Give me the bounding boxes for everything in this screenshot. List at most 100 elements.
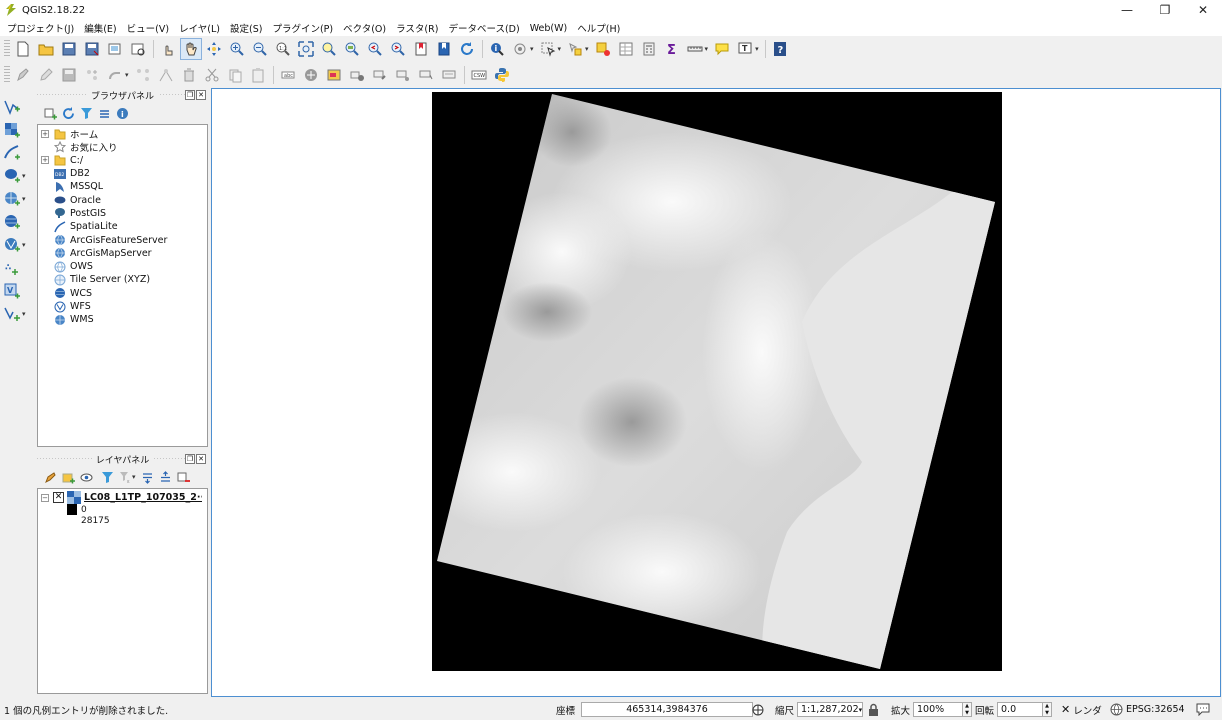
close-panel-icon[interactable]: ✕ [196,454,206,464]
action-dropdown-icon[interactable]: ▾ [530,45,534,53]
coordinate-field[interactable]: 465314,3984376 [581,702,754,717]
zoom-last-icon[interactable] [364,38,386,60]
vertex-tool-icon[interactable] [155,64,177,86]
new-print-composer-icon[interactable] [104,38,126,60]
select-dropdown-icon[interactable]: ▾ [558,45,562,53]
toggle-extents-icon[interactable] [752,704,764,716]
deselect-all-icon[interactable] [592,38,614,60]
tree-item-spatialite[interactable]: SpatiaLite [38,220,207,233]
collapse-icon[interactable]: − [41,493,49,502]
move-feature-dropdown-icon[interactable]: ▾ [125,71,129,79]
tree-item-ows[interactable]: OWS [38,260,207,273]
add-wfs-layer-icon[interactable]: ▾ [3,234,33,256]
chevron-down-icon[interactable]: ▾ [859,706,863,714]
composer-manager-icon[interactable] [127,38,149,60]
field-calculator-icon[interactable] [638,38,660,60]
tree-item-c-drive[interactable]: + C:/ [38,154,207,167]
add-wcs-layer-icon[interactable] [3,211,33,233]
edits-icon[interactable] [12,64,34,86]
render-toggle[interactable]: ✕ レンダ [1061,701,1102,718]
node-tool-icon[interactable] [132,64,154,86]
properties-icon[interactable]: i [113,104,131,122]
tree-item-arcgis-map-server[interactable]: ArcGisMapServer [38,247,207,260]
rotate-label-icon[interactable] [369,64,391,86]
menu-help[interactable]: ヘルプ(H) [574,21,623,35]
toolbar-handle[interactable] [4,40,10,58]
layer-visibility-checkbox[interactable]: ✕ [53,492,64,503]
text-annotation-icon[interactable]: T [734,38,756,60]
tree-item-wms[interactable]: WMS [38,313,207,326]
tree-item-wcs[interactable]: WCS [38,287,207,300]
filter-legend-icon[interactable] [98,468,116,486]
save-edits-icon[interactable] [58,64,80,86]
show-labels-icon[interactable] [323,64,345,86]
tree-item-oracle[interactable]: Oracle [38,193,207,206]
zoom-to-layer-icon[interactable] [341,38,363,60]
add-virtual-layer-icon[interactable]: V [3,280,33,302]
float-panel-icon[interactable]: ❐ [185,90,195,100]
layers-panel-header[interactable]: レイヤパネル ❐ ✕ [37,452,208,466]
collapse-all-icon[interactable] [95,104,113,122]
select-icon[interactable] [537,38,559,60]
refresh-icon[interactable] [456,38,478,60]
label-icon[interactable]: abc [277,64,299,86]
tree-item-home[interactable]: + ホーム [38,127,207,141]
paste-features-icon[interactable] [247,64,269,86]
tree-item-favorites[interactable]: お気に入り [38,140,207,154]
add-selected-layers-icon[interactable] [41,104,59,122]
move-label-icon[interactable] [346,64,368,86]
add-delimited-text-icon[interactable]: ∴ [3,257,33,279]
tree-item-mssql[interactable]: MSSQL [38,180,207,193]
menu-view[interactable]: ビュー(V) [124,21,172,35]
statistics-icon[interactable]: Σ [661,38,683,60]
annotation-dropdown-icon[interactable]: ▾ [755,45,759,53]
open-project-icon[interactable] [35,38,57,60]
filter-icon[interactable] [77,104,95,122]
csw-icon[interactable]: CSW [468,64,490,86]
python-icon[interactable] [491,64,513,86]
touch-icon[interactable] [157,38,179,60]
zoom-to-selection-icon[interactable] [318,38,340,60]
messages-icon[interactable] [1196,703,1210,716]
menu-database[interactable]: データベース(D) [445,21,522,35]
float-panel-icon[interactable]: ❐ [185,454,195,464]
measure-dropdown-icon[interactable]: ▾ [705,45,709,53]
add-group-icon[interactable] [59,468,77,486]
messages-button[interactable] [1196,701,1210,718]
deselect-dropdown-icon[interactable]: ▾ [585,45,589,53]
close-panel-icon[interactable]: ✕ [196,90,206,100]
render-checkbox[interactable]: ✕ [1061,703,1070,716]
refresh-icon[interactable] [59,104,77,122]
show-pinned-labels-icon[interactable] [415,64,437,86]
magnifier-field[interactable]: 100% [913,702,964,717]
cut-features-icon[interactable] [201,64,223,86]
pan-to-selection-icon[interactable] [203,38,225,60]
minimize-icon[interactable]: — [1108,0,1146,20]
tree-item-postgis[interactable]: PostGIS [38,207,207,220]
new-bookmark-icon[interactable] [410,38,432,60]
new-shapefile-icon[interactable]: ▾ [3,303,33,325]
add-wms-layer-icon[interactable]: ▾ [3,188,33,210]
pin-labels-icon[interactable] [300,64,322,86]
zoom-full-icon[interactable] [295,38,317,60]
map-tips-icon[interactable] [711,38,733,60]
menu-edit[interactable]: 編集(E) [81,21,119,35]
crs-globe-icon[interactable] [1110,703,1123,716]
menu-plugins[interactable]: プラグイン(P) [269,21,336,35]
zoom-native-icon[interactable]: 1:1 [272,38,294,60]
zoom-next-icon[interactable] [387,38,409,60]
lock-icon[interactable] [868,703,879,716]
browser-panel-header[interactable]: ブラウザパネル ❐ ✕ [37,88,208,102]
add-vector-layer-icon[interactable] [3,96,33,118]
lock-scale[interactable] [868,701,879,718]
menu-settings[interactable]: 設定(S) [227,21,265,35]
tree-item-tile-server[interactable]: Tile Server (XYZ) [38,273,207,286]
expand-icon[interactable]: + [41,129,49,138]
open-attribute-table-icon[interactable] [615,38,637,60]
magnifier-spinner[interactable]: ▲ ▼ [963,702,973,717]
whats-this-icon[interactable]: ? [769,38,791,60]
add-feature-icon[interactable] [81,64,103,86]
scale-combobox[interactable]: 1:1,287,202 ▾ [797,702,864,717]
measure-icon[interactable] [684,38,706,60]
tree-item-arcgis-feature-server[interactable]: ArcGisFeatureServer [38,233,207,246]
